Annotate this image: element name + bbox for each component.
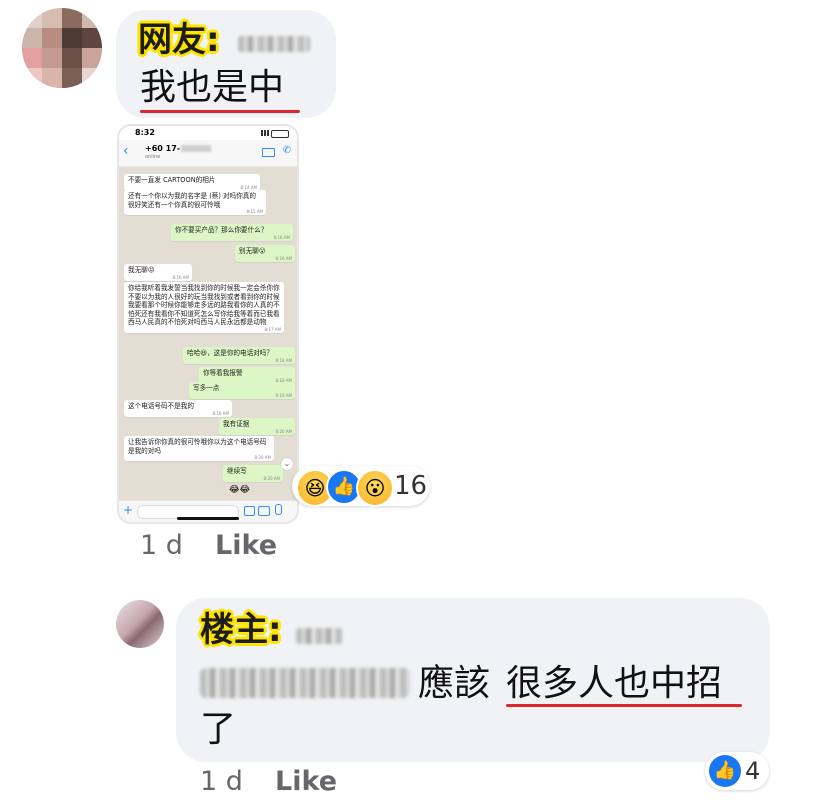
camera-icon[interactable] xyxy=(258,506,270,516)
commenter-tag: 网友: xyxy=(138,20,220,60)
status-time: 8:32 xyxy=(135,128,155,137)
reaction-count: 4 xyxy=(745,757,761,785)
chat-message: 你给我听着我发誓当我找到你的时候我一定会杀你你不要以为我的人很好的玩当我找到或者… xyxy=(124,282,284,333)
chat-area: 不要一直发 CARTOON的相片 8:14 AM 还有一个你以为我的名字是 (蔡)… xyxy=(119,167,297,500)
reply-text-end: 了 xyxy=(200,709,237,750)
chat-message: 不要一直发 CARTOON的相片 8:14 AM xyxy=(124,174,260,191)
chat-message: 我有证据 8:20 AM xyxy=(219,418,295,435)
chat-message: 这个电话号码不是我的 8:19 AM xyxy=(124,400,232,417)
whatsapp-screenshot[interactable]: 8:32 ‹ +60 17- online ✆ 不要一直发 CARTOON的相片… xyxy=(117,124,299,524)
phone-status-bar: 8:32 xyxy=(119,126,297,140)
commenter-avatar[interactable] xyxy=(22,8,102,88)
like-button[interactable]: Like xyxy=(215,530,277,562)
chat-message: 别无聊😮 8:16 AM xyxy=(235,245,295,262)
reaction-count: 16 xyxy=(394,471,428,501)
contact-number: +60 17- xyxy=(145,144,181,153)
phone-call-icon[interactable]: ✆ xyxy=(283,145,291,157)
back-chevron-icon[interactable]: ‹ xyxy=(123,144,129,158)
red-underline xyxy=(140,110,300,113)
reply-text-highlight: 很多人也中招 xyxy=(506,663,723,704)
author-tag: 楼主: xyxy=(200,610,282,650)
chat-message: 我无聊😡 8:16 AM xyxy=(124,264,192,281)
chat-header: ‹ +60 17- online ✆ xyxy=(119,140,297,167)
reply-timestamp[interactable]: 1 d xyxy=(200,766,243,798)
reply-text-prefix: 應該 xyxy=(418,663,491,704)
signal-icon xyxy=(261,130,269,136)
like-button[interactable]: Like xyxy=(275,766,337,798)
author-avatar[interactable] xyxy=(116,600,164,648)
blurred-username xyxy=(296,628,342,644)
scroll-down-icon[interactable]: ⌄ xyxy=(281,458,293,470)
reaction-summary[interactable]: 😆 👍 😮 16 xyxy=(292,466,430,507)
emoji-row-icon: 😂😂 xyxy=(229,485,251,495)
blurred-mentioned-name xyxy=(200,668,410,698)
blurred-username xyxy=(238,36,310,52)
sticker-icon[interactable] xyxy=(244,506,255,516)
plus-icon[interactable]: + xyxy=(123,503,133,517)
chat-message: 哈哈😆，这是你的电话对吗？ 8:18 AM xyxy=(183,347,295,364)
like-reaction-icon: 👍 xyxy=(709,755,741,787)
chat-message: 你不要买产品？那么你要什么？ 8:16 AM xyxy=(171,224,293,241)
red-underline xyxy=(506,704,742,707)
blurred-number xyxy=(181,145,211,152)
chat-message: 还有一个你以为我的名字是 (蔡) 对吗你真的很好笑还有一个你真的很可怜哦 8:15… xyxy=(124,190,266,216)
reaction-summary[interactable]: 👍 4 xyxy=(705,752,769,790)
chat-message: 写多一点 8:18 AM xyxy=(189,382,295,399)
home-indicator xyxy=(177,517,239,520)
comment-text: 我也是中 xyxy=(140,67,285,108)
chat-message: 继续写 8:20 AM xyxy=(223,465,283,482)
comment-timestamp[interactable]: 1 d xyxy=(140,530,183,562)
microphone-icon[interactable] xyxy=(275,504,282,515)
battery-icon xyxy=(271,130,289,138)
video-call-icon[interactable] xyxy=(262,148,275,157)
chat-message: 让我告诉你你真的很可怜哦你以为这个电话号码是我的对吗 8:20 AM xyxy=(124,436,274,462)
wow-reaction-icon: 😮 xyxy=(356,469,394,507)
contact-status: online xyxy=(145,154,161,160)
